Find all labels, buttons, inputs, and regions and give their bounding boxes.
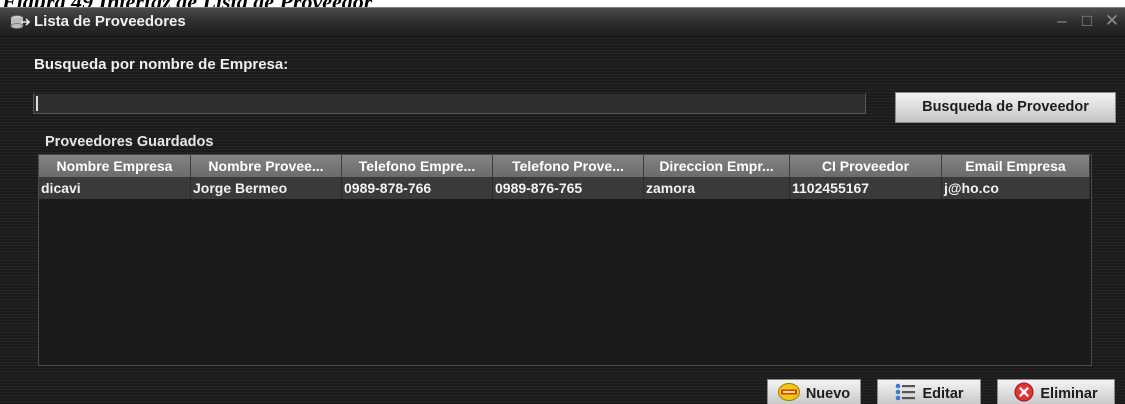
table-body: dicavi Jorge Bermeo 0989-878-766 0989-87… bbox=[39, 177, 1090, 199]
delete-circle-icon bbox=[1014, 382, 1034, 404]
window-title: Lista de Proveedores bbox=[34, 13, 186, 30]
edit-button[interactable]: Editar bbox=[877, 379, 981, 404]
search-label: Busqueda por nombre de Empresa: bbox=[34, 56, 288, 73]
app-window: Lista de Proveedores – □ ✕ Busqueda por … bbox=[0, 7, 1125, 404]
cell-nombre-proveedor: Jorge Bermeo bbox=[191, 177, 342, 199]
database-icon bbox=[10, 14, 30, 30]
new-button[interactable]: Nuevo bbox=[767, 379, 861, 404]
close-button[interactable]: ✕ bbox=[1102, 11, 1122, 31]
edit-button-label: Editar bbox=[922, 386, 963, 402]
cell-direccion-empresa: zamora bbox=[644, 177, 790, 199]
column-header-telefono-proveedor[interactable]: Telefono Prove... bbox=[493, 155, 644, 177]
table-header: Nombre Empresa Nombre Provee... Telefono… bbox=[39, 155, 1090, 177]
delete-button[interactable]: Eliminar bbox=[997, 379, 1115, 404]
column-header-nombre-proveedor[interactable]: Nombre Provee... bbox=[191, 155, 342, 177]
search-provider-button[interactable]: Busqueda de Proveedor bbox=[895, 92, 1116, 123]
new-badge-icon bbox=[778, 383, 800, 404]
providers-table: Nombre Empresa Nombre Provee... Telefono… bbox=[38, 154, 1092, 366]
table-row[interactable]: dicavi Jorge Bermeo 0989-878-766 0989-87… bbox=[39, 177, 1090, 199]
search-input[interactable] bbox=[33, 93, 866, 114]
text-caret bbox=[36, 96, 38, 111]
column-header-email-empresa[interactable]: Email Empresa bbox=[942, 155, 1090, 177]
maximize-button[interactable]: □ bbox=[1077, 11, 1097, 31]
list-icon bbox=[894, 382, 916, 404]
delete-button-label: Eliminar bbox=[1040, 386, 1097, 402]
cell-nombre-empresa: dicavi bbox=[39, 177, 191, 199]
new-button-label: Nuevo bbox=[806, 386, 850, 402]
column-header-nombre-empresa[interactable]: Nombre Empresa bbox=[39, 155, 191, 177]
saved-providers-title: Proveedores Guardados bbox=[45, 134, 213, 150]
column-header-direccion-empresa[interactable]: Direccion Empr... bbox=[644, 155, 790, 177]
cell-telefono-proveedor: 0989-876-765 bbox=[493, 177, 644, 199]
cell-email-empresa: j@ho.co bbox=[942, 177, 1090, 199]
cell-ci-proveedor: 1102455167 bbox=[790, 177, 942, 199]
column-header-ci-proveedor[interactable]: CI Proveedor bbox=[790, 155, 942, 177]
title-bar[interactable]: Lista de Proveedores – □ ✕ bbox=[0, 8, 1125, 36]
minimize-button[interactable]: – bbox=[1052, 11, 1072, 31]
column-header-telefono-empresa[interactable]: Telefono Empre... bbox=[342, 155, 493, 177]
cell-telefono-empresa: 0989-878-766 bbox=[342, 177, 493, 199]
